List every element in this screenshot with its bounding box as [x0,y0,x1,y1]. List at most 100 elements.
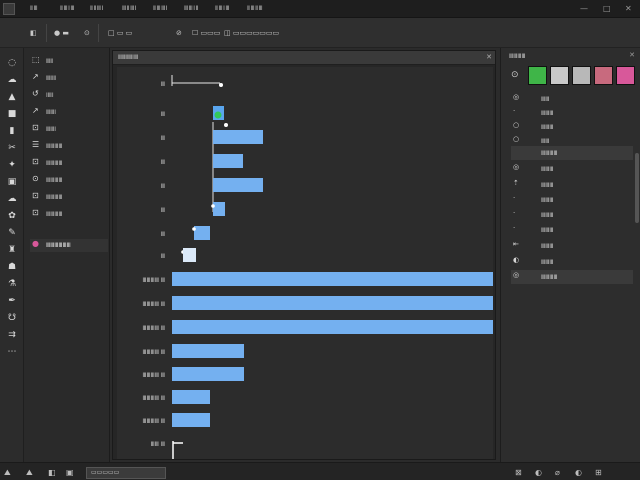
zoom-icon[interactable]: ▣ [66,468,74,477]
gear-icon[interactable]: ✿ [4,209,20,223]
property-row[interactable]: ◎ ⅢⅢⅢ [511,162,633,176]
layer-row[interactable]: ↺ ⅠⅢⅠ [30,89,108,102]
tool-preset-icon[interactable]: ◧ [30,29,37,37]
contrast-icon[interactable]: ◐ [575,468,582,477]
brush-size-control[interactable]: ● ▬ [54,29,69,37]
property-row[interactable]: ⇡ ⅢⅢⅢ [511,178,633,192]
layer-row[interactable]: ☰ ⅢⅢⅢⅢ [30,140,108,153]
bar[interactable] [213,178,263,192]
close-document-icon[interactable]: ✕ [486,53,492,61]
property-row-selected[interactable]: ⅢⅢⅢⅢ [511,146,633,160]
rectangle-icon[interactable]: ▮ [4,124,20,138]
mask-icon[interactable]: ◐ [535,468,542,477]
document-option[interactable]: ◫ ▭▭▭▭▭▭▭ [224,29,279,37]
bar[interactable] [194,226,210,240]
anchor-handle[interactable] [211,204,215,208]
bar[interactable] [172,296,493,310]
property-row[interactable]: · ⅢⅢⅢ [511,106,633,120]
layer-row[interactable]: ⊙ ⅢⅢⅢⅢ [30,174,108,187]
layer-row-active[interactable]: ● ⅢⅢⅢⅢⅢⅢ [30,239,108,252]
swatch-gray[interactable] [572,66,591,85]
brush-icon[interactable]: ✎ [4,226,20,240]
swatch-rose[interactable] [594,66,613,85]
property-row[interactable]: ◎ ⅢⅢ [511,92,633,106]
swatch-green[interactable] [528,66,547,85]
panel-scrollbar[interactable] [635,153,639,223]
layer-row[interactable]: ⊡ ⅢⅢⅢⅢ [30,191,108,204]
anchor-handle[interactable] [224,123,228,127]
pen-icon[interactable]: ✒ [4,294,20,308]
menu-item-8[interactable]: ⅡⅢⅡⅢ [247,5,263,12]
property-row[interactable]: ⇤ ⅢⅢⅢ [511,239,633,253]
bar[interactable] [172,413,210,427]
view-icon[interactable]: ◧ [48,468,56,477]
cloud-shape-icon[interactable]: ☁ [4,192,20,206]
menu-item-3[interactable]: ⅡⅡⅢⅠ [90,5,104,12]
layout-icon[interactable]: ⊞ [595,468,602,477]
close-window-icon[interactable]: ✕ [625,4,632,13]
bar[interactable] [213,130,263,144]
grid-icon[interactable]: ⊠ [515,468,522,477]
bell-icon[interactable]: ♜ [4,243,20,257]
cloud-icon[interactable]: ☁ [4,73,20,87]
target-icon[interactable]: ⊙ [84,29,90,37]
property-row[interactable]: · ⅢⅢⅢ [511,208,633,222]
menu-item-5[interactable]: ⅡⅢⅢⅠ [153,5,168,12]
bar[interactable] [213,154,243,168]
property-row-selected[interactable]: ◎ ⅢⅢⅢⅢ [511,270,633,284]
layer-row[interactable]: ⊡ ⅢⅢⅢⅢ [30,157,108,170]
bar[interactable] [172,367,244,381]
selection-box[interactable] [183,248,196,262]
hat-icon[interactable]: ☗ [4,260,20,274]
hook-icon[interactable]: ✦ [4,158,20,172]
tool-icon[interactable]: ⌀ [555,468,560,477]
menu-item-6[interactable]: ⅢⅢⅠⅡ [184,5,199,12]
bucket-icon[interactable]: ⚗ [4,277,20,291]
bar[interactable] [172,320,493,334]
transform-icon[interactable]: ⇉ [4,328,20,342]
triangle-icon[interactable]: ▲ [4,90,20,104]
square-icon[interactable]: ■ [4,107,20,121]
menu-item-4[interactable]: ⅢⅡⅢⅠ [122,5,137,12]
menu-item-7[interactable]: ⅡⅢⅠⅢ [215,5,230,12]
frame-icon[interactable]: ▣ [4,175,20,189]
canvas[interactable]: Ⅲ Ⅲ Ⅲ Ⅲ Ⅲ Ⅲ Ⅲ Ⅲ ⅢⅢⅢⅢ Ⅲ ⅢⅢⅢⅢ Ⅲ ⅢⅢⅢⅢ Ⅲ ⅢⅢⅢⅢ Ⅲ ⅢⅢⅢⅢ Ⅲ ⅢⅢ… [117,67,493,459]
lasso-icon[interactable]: ◌ [4,56,20,70]
swatch-pink[interactable] [616,66,635,85]
swatch-settings-icon[interactable]: ⊙ [511,70,519,80]
more-tools-icon[interactable]: ⋯ [4,345,20,359]
mode-selector[interactable]: □ ▭ ▭ [108,29,132,37]
sample-icon[interactable]: ⊘ [176,29,182,37]
bar[interactable] [172,344,244,358]
blob-icon[interactable]: ☋ [4,311,20,325]
property-row[interactable]: · ⅢⅢⅢ [511,223,633,237]
bar[interactable] [172,390,210,404]
bar[interactable] [213,202,225,216]
menu-item-2[interactable]: ⅡⅢⅠⅢ [60,5,75,12]
layer-row[interactable]: ⊡ ⅢⅢⅠ [30,123,108,136]
anchor-handle[interactable] [192,227,196,231]
layer-row[interactable]: ⊡ ⅢⅢⅢⅢ [30,208,108,221]
minimize-icon[interactable]: — [580,4,588,13]
menu-item-1[interactable]: ⅡⅢ [30,5,38,12]
close-panel-icon[interactable]: ✕ [629,51,635,59]
shuffle-icon[interactable]: ✂ [4,141,20,155]
highlight-marker[interactable] [214,111,222,119]
swatch-gray[interactable] [550,66,569,85]
landscape-icon[interactable]: ⛰ [26,468,33,478]
property-row[interactable]: ○ ⅢⅢⅢ [511,120,633,134]
property-row[interactable]: ◐ ⅢⅢⅢ [511,255,633,269]
layer-row[interactable]: ↗ ⅢⅡⅡ [30,72,108,85]
maximize-icon[interactable]: □ [603,4,611,13]
status-field[interactable]: ▭▭▭▭▭ [86,467,166,479]
bar[interactable] [172,272,493,286]
document-tab[interactable]: ⅡⅢⅡⅢⅠⅢ ✕ [113,51,495,65]
layer-icon: ⊡ [32,208,39,217]
layer-row[interactable]: ⬚ ⅢⅡ [30,55,108,68]
layer-row[interactable]: ↗ ⅢⅢⅠ [30,106,108,119]
property-row[interactable]: · ⅢⅢⅢ [511,193,633,207]
anchor-handle[interactable] [219,83,223,87]
layer-option[interactable]: ☐ ▭▭▭ [192,29,220,37]
layer-label: ⅢⅢⅢⅢ [46,160,63,167]
landscape-icon[interactable]: ⛰ [4,468,11,478]
